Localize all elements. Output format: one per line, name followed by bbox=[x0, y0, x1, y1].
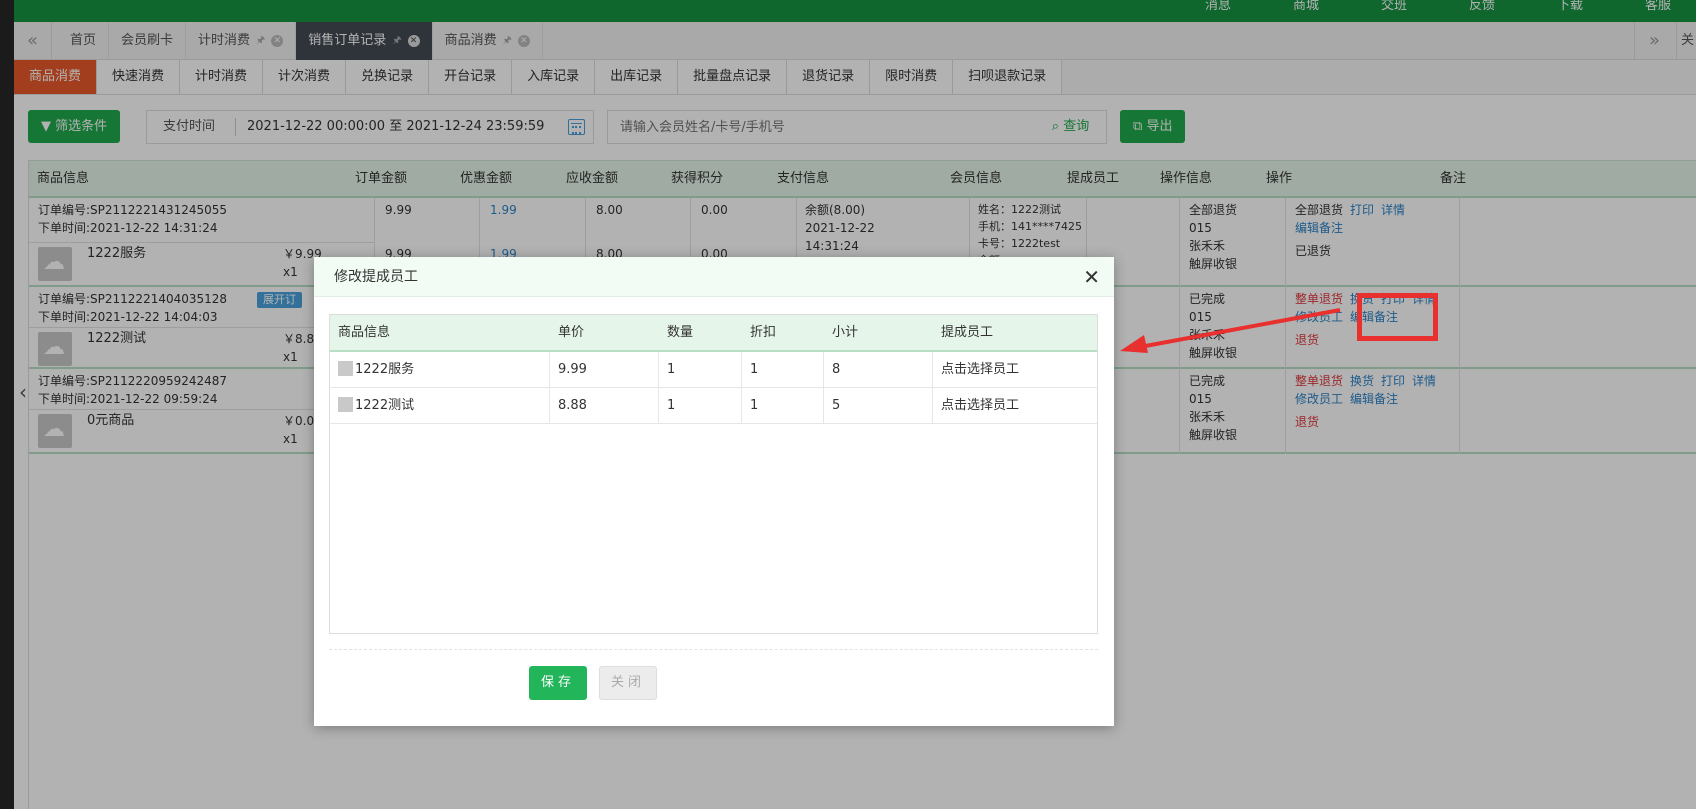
product-name-text: 1222服务 bbox=[355, 362, 415, 377]
qty: 1 bbox=[667, 398, 676, 413]
th-product: 商品信息 bbox=[338, 325, 391, 340]
product-name: 1222测试 bbox=[338, 388, 414, 424]
th-unit-price: 单价 bbox=[558, 325, 585, 340]
close-button[interactable]: 关闭 bbox=[599, 666, 657, 700]
dialog-table: 商品信息 单价 数量 折扣 小计 提成员工 1222服务 9.99 1 1 8 … bbox=[329, 314, 1098, 634]
dialog-table-header: 商品信息 单价 数量 折扣 小计 提成员工 bbox=[330, 315, 1097, 352]
unit-price: 8.88 bbox=[558, 398, 587, 413]
select-staff-link[interactable]: 点击选择员工 bbox=[941, 388, 1019, 424]
save-button[interactable]: 保存 bbox=[529, 666, 587, 700]
subtotal: 8 bbox=[832, 362, 841, 377]
product-name-text: 1222测试 bbox=[355, 398, 415, 413]
th-subtotal: 小计 bbox=[832, 325, 859, 340]
th-staff: 提成员工 bbox=[941, 325, 994, 340]
select-staff-link[interactable]: 点击选择员工 bbox=[941, 352, 1019, 388]
th-discount: 折扣 bbox=[750, 325, 777, 340]
modify-staff-dialog: 修改提成员工 ✕ 商品信息 单价 数量 折扣 小计 提成员工 1222服务 9.… bbox=[314, 257, 1114, 726]
image-icon bbox=[338, 397, 353, 412]
dialog-header: 修改提成员工 ✕ bbox=[314, 257, 1114, 297]
product-name: 1222服务 bbox=[338, 352, 414, 388]
discount: 1 bbox=[750, 398, 759, 413]
qty: 1 bbox=[667, 362, 676, 377]
dialog-title: 修改提成员工 bbox=[334, 269, 418, 285]
subtotal: 5 bbox=[832, 398, 841, 413]
left-dark-strip bbox=[0, 0, 14, 809]
table-row: 1222测试 8.88 1 1 5 点击选择员工 bbox=[330, 388, 1097, 424]
th-qty: 数量 bbox=[667, 325, 694, 340]
divider bbox=[329, 649, 1098, 650]
annotation-arrow-icon bbox=[1120, 308, 1341, 353]
close-icon[interactable]: ✕ bbox=[1083, 257, 1100, 297]
unit-price: 9.99 bbox=[558, 362, 587, 377]
annotation-highlight-box bbox=[1357, 293, 1438, 341]
table-row: 1222服务 9.99 1 1 8 点击选择员工 bbox=[330, 352, 1097, 388]
discount: 1 bbox=[750, 362, 759, 377]
image-icon bbox=[338, 361, 353, 376]
